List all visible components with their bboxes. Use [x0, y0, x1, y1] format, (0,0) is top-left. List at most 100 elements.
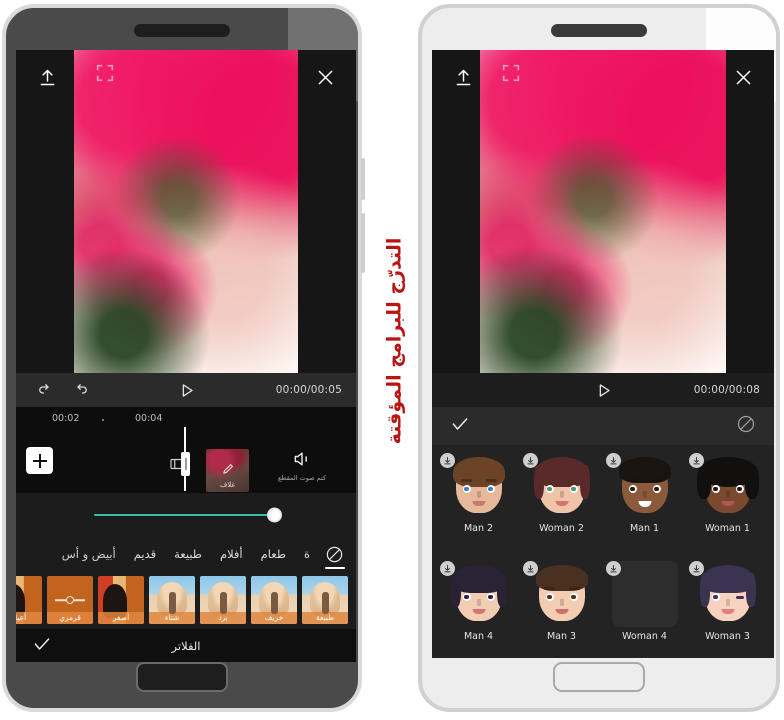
avatar-cell[interactable]: Man 2 — [438, 453, 519, 557]
download-arrow-icon[interactable] — [606, 561, 621, 576]
export-up-arrow-icon[interactable] — [446, 60, 480, 94]
filters-panel-title: الفلاتر — [171, 639, 201, 653]
mute-clip-label: كتم صوت المقطع — [277, 474, 327, 482]
filter-intensity-slider[interactable] — [16, 493, 356, 537]
filter-thumb[interactable]: أعياد — [16, 576, 42, 624]
home-button[interactable] — [136, 662, 228, 692]
avatar-name: Man 4 — [463, 631, 494, 642]
download-arrow-icon[interactable] — [523, 453, 538, 468]
avatar-cell[interactable]: Man 1 — [604, 453, 685, 557]
close-x-icon[interactable] — [308, 60, 342, 94]
avatar-name: Man 1 — [629, 523, 660, 534]
avatar-name: Woman 1 — [705, 523, 750, 534]
right-phone-frame: 00:00/00:08 Man 2 Woman 2 Man 1 Woman 1 … — [418, 4, 780, 712]
plus-add-clip-icon[interactable] — [26, 447, 53, 474]
volume-button[interactable] — [361, 158, 365, 200]
circle-slash-ban-icon[interactable] — [736, 414, 756, 438]
playback-time: 00:00/00:05 — [275, 384, 342, 396]
download-arrow-icon[interactable] — [440, 453, 455, 468]
undo-arrow-icon[interactable] — [68, 377, 94, 403]
filter-thumb-selected[interactable]: قرمزي — [47, 576, 93, 624]
filter-thumb[interactable]: خريف — [251, 576, 297, 624]
right-phone-screen: 00:00/00:08 Man 2 Woman 2 Man 1 Woman 1 … — [432, 50, 774, 658]
filter-thumb[interactable]: شتاء — [149, 576, 195, 624]
download-arrow-icon[interactable] — [689, 453, 704, 468]
avatar-cell[interactable]: Woman 2 — [521, 453, 602, 557]
filter-thumb-label: خريف — [251, 612, 297, 624]
avatar-face-woman2 — [529, 453, 595, 519]
download-arrow-icon[interactable] — [689, 561, 704, 576]
video-preview — [16, 50, 356, 373]
filter-category-tabs[interactable]: ة طعام أفلام طبيعة قديم أبيض و أس — [16, 537, 356, 571]
filter-thumb[interactable]: برد — [200, 576, 246, 624]
phone-speaker — [134, 24, 230, 37]
ruler-dot — [102, 419, 104, 421]
cover-clip-thumbnail[interactable]: غلاف — [206, 449, 249, 492]
tab-category-1[interactable]: ة — [295, 537, 319, 571]
playback-time: 00:00/00:08 — [693, 384, 760, 396]
download-arrow-icon[interactable] — [440, 561, 455, 576]
timeline-ruler: 00:02 00:04 — [16, 407, 356, 429]
left-phone-frame: 00:00/00:05 00:02 00:04 غلاف كتم صوت الم… — [2, 4, 365, 712]
avatar-face-man1 — [612, 453, 678, 519]
play-triangle-icon[interactable] — [590, 377, 616, 403]
filters-action-bar: الفلاتر — [16, 629, 356, 662]
no-filter-circle-slash-icon — [326, 546, 343, 562]
home-button[interactable] — [553, 662, 645, 692]
watermark-text: التدرّج للبرامج المؤقتة — [374, 236, 414, 446]
tab-category-movies[interactable]: أفلام — [211, 537, 252, 571]
filter-thumbnail-row[interactable]: طبيعة خريف برد شتاء أصفر قرمزي أعي — [16, 571, 356, 629]
expand-fullscreen-icon[interactable] — [94, 62, 116, 84]
pencil-edit-icon — [221, 461, 235, 480]
playhead-grip[interactable] — [181, 452, 190, 476]
expand-fullscreen-icon[interactable] — [500, 62, 522, 84]
avatar-name: Man 2 — [463, 523, 494, 534]
editing-timeline[interactable]: 00:02 00:04 غلاف كتم صوت المقطع — [16, 407, 356, 493]
play-triangle-icon[interactable] — [173, 377, 199, 403]
download-arrow-icon[interactable] — [606, 453, 621, 468]
slider-knob[interactable] — [267, 507, 282, 523]
tab-category-food[interactable]: طعام — [252, 537, 295, 571]
avatar-face-man3 — [529, 561, 595, 627]
tab-category-vintage[interactable]: قديم — [125, 537, 165, 571]
tab-category-blackwhite[interactable]: أبيض و أس — [53, 537, 125, 571]
filter-thumb[interactable]: أصفر — [98, 576, 144, 624]
filter-thumb[interactable]: طبيعة — [302, 576, 348, 624]
avatar-name: Woman 3 — [705, 631, 750, 642]
filter-thumb-label: برد — [200, 612, 246, 624]
tab-no-filter[interactable] — [319, 537, 350, 571]
playback-transport-bar: 00:00/00:08 — [432, 373, 774, 407]
preview-topbar — [16, 50, 356, 104]
filter-thumb-label: شتاء — [149, 612, 195, 624]
cover-clip-label: غلاف — [219, 481, 236, 489]
avatar-cell[interactable]: Woman 1 — [687, 453, 768, 557]
preview-topbar — [432, 50, 774, 104]
power-button[interactable] — [361, 213, 365, 273]
download-arrow-icon[interactable] — [523, 561, 538, 576]
slider-track — [94, 514, 274, 516]
filter-thumb-label: قرمزي — [47, 612, 93, 624]
mute-clip-button[interactable]: كتم صوت المقطع — [266, 449, 338, 482]
export-up-arrow-icon[interactable] — [30, 60, 64, 94]
avatar-name: Woman 4 — [622, 631, 667, 642]
avatar-cell[interactable]: Man 3 — [521, 561, 602, 658]
avatar-cell[interactable]: Woman 4 — [604, 561, 685, 658]
avatar-picker-grid[interactable]: Man 2 Woman 2 Man 1 Woman 1 Man 4 Man 3 … — [432, 445, 774, 658]
ruler-mark: 00:02 — [52, 413, 80, 424]
screenshot-stage: 00:00/00:05 00:02 00:04 غلاف كتم صوت الم… — [0, 0, 784, 720]
filter-strength-knob[interactable] — [66, 596, 74, 604]
avatar-face-man2 — [446, 453, 512, 519]
avatar-cell[interactable]: Woman 3 — [687, 561, 768, 658]
avatar-name: Man 3 — [546, 631, 577, 642]
redo-arrow-icon[interactable] — [32, 377, 58, 403]
check-mark-icon[interactable] — [450, 414, 470, 438]
tab-category-nature[interactable]: طبيعة — [165, 537, 211, 571]
phone-speaker — [551, 24, 647, 37]
avatar-cell[interactable]: Man 4 — [438, 561, 519, 658]
check-mark-icon[interactable] — [32, 634, 52, 658]
avatar-face-woman1 — [695, 453, 761, 519]
avatar-name: Woman 2 — [539, 523, 584, 534]
left-phone-screen: 00:00/00:05 00:02 00:04 غلاف كتم صوت الم… — [16, 50, 356, 662]
avatar-confirm-bar — [432, 407, 774, 445]
close-x-icon[interactable] — [726, 60, 760, 94]
